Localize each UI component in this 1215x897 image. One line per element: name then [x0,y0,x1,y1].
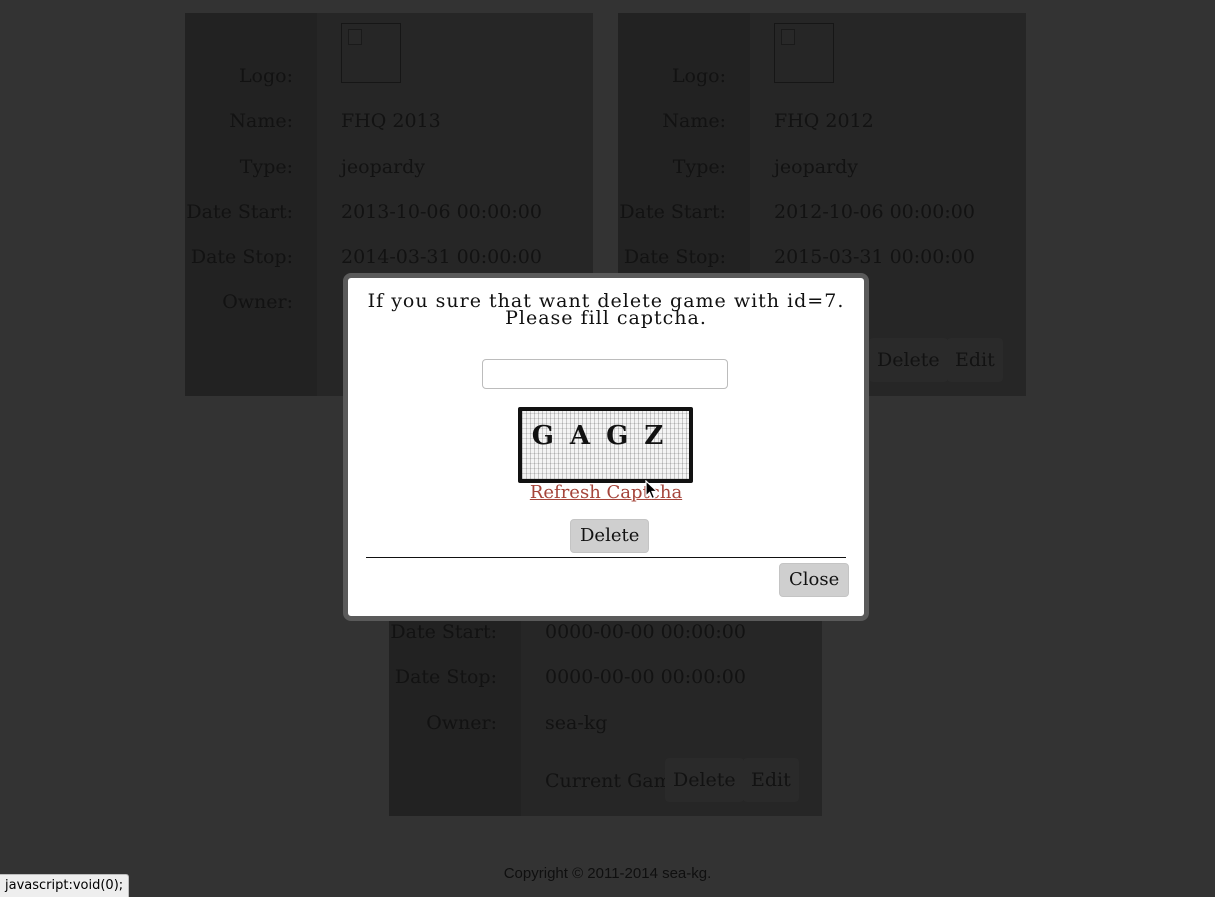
date-start-label: Date Start: [186,201,293,223]
game-owner: sea-kg [545,712,608,734]
game-date-start: 2012-10-06 00:00:00 [774,201,975,223]
copyright-footer: Copyright © 2011-2014 sea-kg. [503,865,712,882]
dialog-message: If you sure that want delete game with i… [348,292,864,329]
date-stop-label: Date Stop: [623,246,726,268]
edit-game-button[interactable]: Edit [743,758,799,802]
game-name: FHQ 2013 [341,110,441,132]
game-date-stop: 2015-03-31 00:00:00 [774,246,975,268]
broken-image-icon [348,29,362,45]
game-card-3: Date Start: 0000-00-00 00:00:00 Date Sto… [389,600,822,816]
game-type: jeopardy [341,156,426,178]
logo-label: Logo: [238,65,293,87]
game-date-start: 0000-00-00 00:00:00 [545,621,746,643]
game-logo-image [341,23,401,83]
delete-game-button[interactable]: Delete [869,338,948,382]
game-type: jeopardy [774,156,859,178]
dialog-message-line-2: Please fill captcha. [505,307,707,329]
owner-label: Owner: [426,712,497,734]
name-label: Name: [229,110,293,132]
date-start-label: Date Start: [390,621,497,643]
captcha-text: GAGZ [531,421,680,451]
delete-game-dialog: If you sure that want delete game with i… [343,273,869,621]
date-start-label: Date Start: [619,201,726,223]
captcha-image: GAGZ [518,407,693,483]
name-label: Name: [662,110,726,132]
game-date-stop: 0000-00-00 00:00:00 [545,666,746,688]
current-game-label: Current Game [545,770,683,792]
game-logo-image [774,23,834,83]
game-date-stop: 2014-03-31 00:00:00 [341,246,542,268]
date-stop-label: Date Stop: [190,246,293,268]
type-label: Type: [239,156,293,178]
delete-game-button[interactable]: Delete [665,758,744,802]
captcha-input[interactable] [482,359,728,389]
mouse-pointer-icon [645,480,659,500]
type-label: Type: [672,156,726,178]
close-dialog-button[interactable]: Close [779,563,850,597]
browser-status-bar: javascript:void(0); [0,874,130,897]
edit-game-button[interactable]: Edit [947,338,1003,382]
broken-image-icon [781,29,795,45]
owner-label: Owner: [222,291,293,313]
game-date-start: 2013-10-06 00:00:00 [341,201,542,223]
logo-label: Logo: [671,65,726,87]
refresh-captcha-link[interactable]: Refresh Captcha [348,482,864,503]
game-name: FHQ 2012 [774,110,874,132]
date-stop-label: Date Stop: [394,666,497,688]
dialog-divider [366,557,846,558]
confirm-delete-button[interactable]: Delete [570,519,650,553]
